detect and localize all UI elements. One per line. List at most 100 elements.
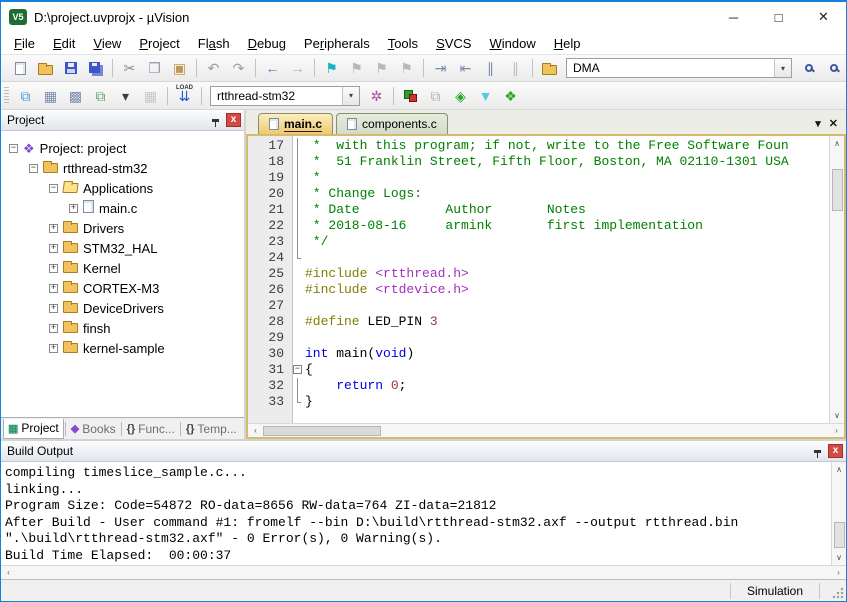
tree-item-drivers[interactable]: +Drivers [1,218,244,238]
save-all-button[interactable] [83,57,108,80]
menu-view[interactable]: View [84,34,130,53]
menu-flash[interactable]: Flash [189,34,239,53]
expand-icon[interactable]: + [49,324,58,333]
expand-icon[interactable]: + [49,224,58,233]
menu-debug[interactable]: Debug [239,34,295,53]
scroll-down-icon[interactable]: ∨ [832,550,846,565]
scroll-right-icon[interactable]: › [831,565,846,580]
collapse-icon[interactable]: − [9,144,18,153]
close-button[interactable]: ✕ [801,2,846,32]
resize-grip[interactable] [820,580,846,601]
redo-button[interactable]: ↷ [226,57,251,80]
batch-setup-button[interactable]: ▦ [138,84,163,107]
build-output-text[interactable]: compiling timeslice_sample.c... linking.… [1,462,831,565]
chevron-down-icon[interactable]: ▾ [774,59,791,77]
scroll-down-icon[interactable]: ∨ [830,408,844,423]
manage-project-items-button[interactable] [398,84,423,107]
indent-left-button[interactable]: ⇤ [453,57,478,80]
panel-tab-func[interactable]: {}Func... [123,419,179,439]
menu-window[interactable]: Window [480,34,544,53]
paste-button[interactable]: ▣ [167,57,192,80]
next-bookmark-button[interactable]: ⚑ [369,57,394,80]
new-file-button[interactable] [8,57,33,80]
expand-icon[interactable]: + [69,204,78,213]
build-horizontal-scrollbar[interactable]: ‹ › [1,565,846,579]
expand-icon[interactable]: + [49,284,58,293]
menu-tools[interactable]: Tools [379,34,427,53]
file-extensions-button[interactable]: ⧉ [423,84,448,107]
build-pin-button[interactable] [809,443,825,459]
tree-item-stm32-hal[interactable]: +STM32_HAL [1,238,244,258]
tree-item-main-c[interactable]: +main.c [1,198,244,218]
search-combo[interactable]: DMA▾ [566,58,792,78]
tab-list-dropdown[interactable]: ▾ [815,117,821,130]
target-select-combo[interactable]: rtthread-stm32▾ [210,86,360,106]
cut-button[interactable]: ✂ [117,57,142,80]
expand-icon[interactable]: + [49,244,58,253]
toggle-bookmark-button[interactable]: ⚑ [319,57,344,80]
build-close-button[interactable]: x [828,444,843,458]
rebuild-all-button[interactable]: ▩ [63,84,88,107]
editor-vscroll-thumb[interactable] [832,169,843,211]
target-options-wand-button[interactable]: ✲ [364,84,389,107]
project-pin-button[interactable] [207,112,223,128]
clear-bookmarks-button[interactable]: ⚑ [394,57,419,80]
tree-item-devicedrivers[interactable]: +DeviceDrivers [1,298,244,318]
tree-item-project-project[interactable]: −❖Project: project [1,138,244,158]
scroll-left-icon[interactable]: ‹ [248,423,263,438]
menu-help[interactable]: Help [545,34,590,53]
batch-build-dropdown[interactable]: ▾ [113,84,138,107]
tree-item-cortex-m3[interactable]: +CORTEX-M3 [1,278,244,298]
editor-tab-main-c[interactable]: main.c [258,113,333,134]
tree-item-finsh[interactable]: +finsh [1,318,244,338]
fold-collapse-icon[interactable]: − [292,362,305,378]
tree-item-applications[interactable]: −Applications [1,178,244,198]
scroll-left-icon[interactable]: ‹ [1,565,16,580]
toolbar-grip[interactable] [4,87,9,105]
collapse-icon[interactable]: − [29,164,38,173]
menu-edit[interactable]: Edit [44,34,84,53]
collapse-icon[interactable]: − [49,184,58,193]
tree-item-kernel-sample[interactable]: +kernel-sample [1,338,244,358]
menu-project[interactable]: Project [130,34,188,53]
batch-build-button[interactable]: ⧉ [88,84,113,107]
tree-item-kernel[interactable]: +Kernel [1,258,244,278]
find-next-button[interactable] [821,57,846,80]
save-button[interactable] [58,57,83,80]
scroll-up-icon[interactable]: ∧ [832,462,846,477]
panel-tab-project[interactable]: ▦Project [3,419,64,439]
scroll-right-icon[interactable]: › [829,423,844,438]
copy-button[interactable]: ❐ [142,57,167,80]
editor-tab-components-c[interactable]: components.c [336,113,448,134]
download-button[interactable]: ⇊LOAD [172,84,197,107]
manage-rte-button[interactable]: ◈ [448,84,473,107]
select-packs-button[interactable]: ▼ [473,84,498,107]
navigate-back-button[interactable]: ← [260,57,285,80]
undo-button[interactable]: ↶ [201,57,226,80]
build-vertical-scrollbar[interactable]: ∧ ∨ [831,462,846,565]
comment-selection-button[interactable]: ∥ [478,57,503,80]
expand-icon[interactable]: + [49,264,58,273]
project-close-button[interactable]: x [226,113,241,127]
menu-file[interactable]: File [5,34,44,53]
prev-bookmark-button[interactable]: ⚑ [344,57,369,80]
menu-peripherals[interactable]: Peripherals [295,34,379,53]
panel-tab-books[interactable]: ◆Books [67,419,120,439]
build-vscroll-thumb[interactable] [834,522,845,548]
minimize-button[interactable]: ─ [711,2,756,32]
find-in-files-folder-button[interactable] [537,57,562,80]
uncomment-selection-button[interactable]: ∥ [503,57,528,80]
code-editor[interactable]: 17 * with this program; if not, write to… [248,136,829,423]
close-document-button[interactable]: ✕ [829,117,838,130]
pack-installer-button[interactable]: ❖ [498,84,523,107]
translate-file-button[interactable]: ⧉ [13,84,38,107]
editor-horizontal-scrollbar[interactable]: ‹ › [248,423,844,437]
menu-svcs[interactable]: SVCS [427,34,480,53]
panel-tab-temp[interactable]: {}Temp... [182,419,241,439]
build-button[interactable]: ▦ [38,84,63,107]
indent-right-button[interactable]: ⇥ [428,57,453,80]
tree-item-rtthread-stm32[interactable]: −rtthread-stm32 [1,158,244,178]
editor-hscroll-thumb[interactable] [263,426,381,436]
expand-icon[interactable]: + [49,344,58,353]
expand-icon[interactable]: + [49,304,58,313]
